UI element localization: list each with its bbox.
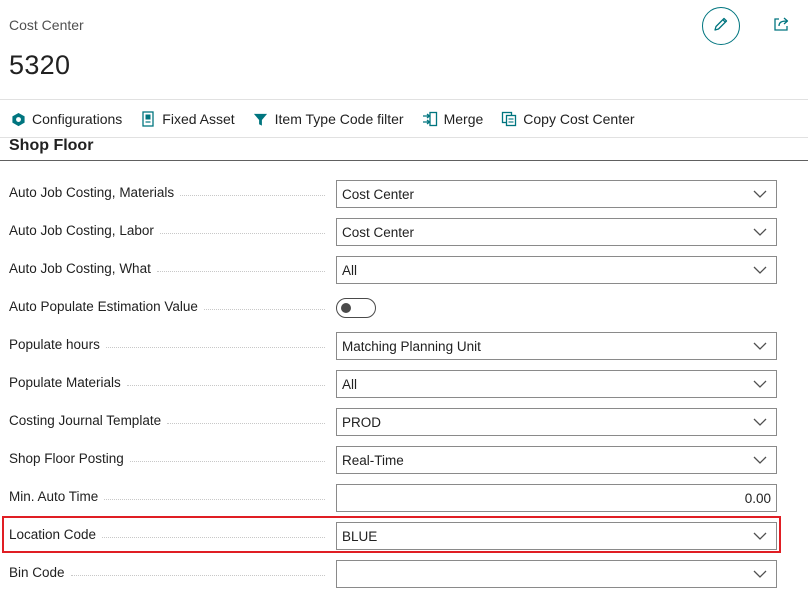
field-min-auto-time: Min. Auto Time 0.00	[0, 484, 808, 512]
costing-journal-template-select[interactable]: PROD	[336, 408, 777, 436]
share-button[interactable]	[771, 15, 793, 37]
field-label: Auto Job Costing, Labor	[9, 223, 160, 238]
merge-action[interactable]: Merge	[422, 111, 484, 127]
select-value: All	[342, 377, 358, 392]
chevron-down-icon	[753, 228, 767, 236]
chevron-down-icon	[753, 418, 767, 426]
populate-materials-select[interactable]: All	[336, 370, 777, 398]
auto-job-costing-labor-select[interactable]: Cost Center	[336, 218, 777, 246]
section-title: Shop Floor	[9, 137, 94, 154]
field-auto-job-costing-materials: Auto Job Costing, Materials Cost Center	[0, 180, 808, 208]
select-value: Cost Center	[342, 225, 415, 240]
min-auto-time-input[interactable]: 0.00	[336, 484, 777, 512]
select-value: PROD	[342, 415, 382, 430]
copy-cost-center-action[interactable]: Copy Cost Center	[501, 111, 635, 127]
location-code-select[interactable]: BLUE	[336, 522, 777, 550]
field-label: Bin Code	[9, 565, 71, 580]
select-value: Cost Center	[342, 187, 415, 202]
select-value: Real-Time	[342, 453, 404, 468]
field-auto-populate-estimation-value: Auto Populate Estimation Value	[0, 294, 808, 322]
select-value: All	[342, 263, 358, 278]
chevron-down-icon	[753, 190, 767, 198]
item-type-code-filter-label: Item Type Code filter	[274, 111, 404, 127]
configurations-action[interactable]: Configurations	[10, 111, 122, 127]
field-bin-code: Bin Code	[0, 560, 808, 588]
chevron-down-icon	[753, 342, 767, 350]
field-label: Populate Materials	[9, 375, 127, 390]
chevron-down-icon	[753, 570, 767, 578]
merge-label: Merge	[443, 111, 484, 127]
field-populate-materials: Populate Materials All	[0, 370, 808, 398]
field-label: Auto Job Costing, Materials	[9, 185, 181, 200]
fixed-asset-label: Fixed Asset	[162, 111, 235, 127]
pencil-icon	[713, 16, 729, 37]
action-bar: Configurations Fixed Asset Item Type Cod…	[0, 101, 808, 138]
populate-hours-select[interactable]: Matching Planning Unit	[336, 332, 777, 360]
item-type-code-filter-action[interactable]: Item Type Code filter	[253, 111, 404, 127]
header-divider	[0, 99, 808, 100]
field-populate-hours: Populate hours Matching Planning Unit	[0, 332, 808, 360]
field-shop-floor-posting: Shop Floor Posting Real-Time	[0, 446, 808, 474]
field-label: Populate hours	[9, 337, 106, 352]
field-label: Costing Journal Template	[9, 413, 168, 428]
copy-icon	[501, 111, 517, 127]
auto-populate-estimation-value-toggle[interactable]	[336, 298, 376, 318]
field-label: Auto Populate Estimation Value	[9, 299, 204, 314]
select-value: Matching Planning Unit	[342, 339, 481, 354]
field-label: Auto Job Costing, What	[9, 261, 157, 276]
copy-cost-center-label: Copy Cost Center	[523, 111, 635, 127]
chevron-down-icon	[753, 532, 767, 540]
page-caption: Cost Center	[9, 17, 84, 33]
field-label: Min. Auto Time	[9, 489, 105, 504]
filter-icon	[253, 111, 269, 127]
merge-icon	[422, 111, 438, 127]
field-label: Shop Floor Posting	[9, 451, 130, 466]
shop-floor-posting-select[interactable]: Real-Time	[336, 446, 777, 474]
configurations-label: Configurations	[32, 111, 123, 127]
section-divider	[0, 160, 808, 161]
select-value: BLUE	[342, 529, 378, 544]
field-costing-journal-template: Costing Journal Template PROD	[0, 408, 808, 436]
field-auto-job-costing-what: Auto Job Costing, What All	[0, 256, 808, 284]
fixed-asset-action[interactable]: Fixed Asset	[140, 111, 235, 127]
bin-code-select[interactable]	[336, 560, 777, 588]
chevron-down-icon	[753, 266, 767, 274]
field-location-code: Location Code BLUE	[0, 522, 808, 550]
document-icon	[140, 111, 156, 127]
field-auto-job-costing-labor: Auto Job Costing, Labor Cost Center	[0, 218, 808, 246]
field-label: Location Code	[9, 527, 103, 542]
share-icon	[773, 16, 791, 37]
chevron-down-icon	[753, 380, 767, 388]
auto-job-costing-what-select[interactable]: All	[336, 256, 777, 284]
hexagon-icon	[10, 111, 26, 127]
toggle-knob	[341, 303, 351, 313]
edit-button[interactable]	[702, 7, 740, 45]
auto-job-costing-materials-select[interactable]: Cost Center	[336, 180, 777, 208]
input-value: 0.00	[744, 491, 771, 506]
chevron-down-icon	[753, 456, 767, 464]
page-title: 5320	[9, 50, 71, 80]
